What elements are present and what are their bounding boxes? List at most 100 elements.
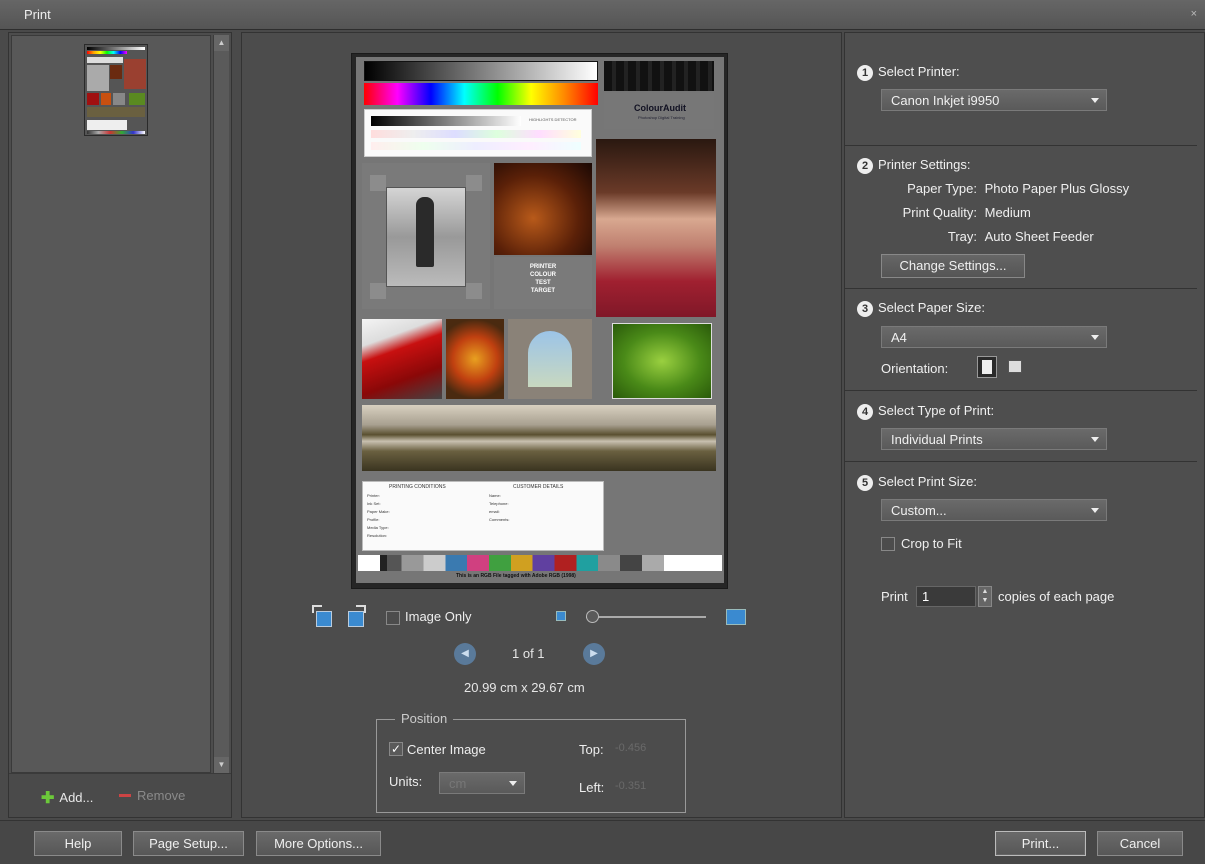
remove-label: Remove [137, 788, 186, 803]
section-label: Select Type of Print: [878, 403, 995, 418]
preview-page: ColourAudit Photoshop Digital Training H… [356, 57, 724, 583]
paper-size-value: A4 [891, 330, 907, 345]
portrait-orientation-icon[interactable] [977, 356, 997, 378]
left-input[interactable]: -0.351 [615, 780, 646, 792]
zoom-out-icon[interactable] [556, 611, 566, 621]
rotate-left-icon[interactable] [312, 605, 334, 629]
print-type-select[interactable]: Individual Prints [881, 428, 1107, 450]
form-field: email: [489, 509, 500, 514]
section-title: 4 Select Type of Print: [857, 403, 994, 420]
portrait-photo [596, 139, 716, 317]
form-field: Media Type: [367, 525, 389, 530]
highlights-detector: HIGHLIGHTS DETECTOR [364, 109, 592, 157]
center-image-label: Center Image [407, 742, 486, 757]
image-only-label: Image Only [405, 609, 472, 624]
form-field: Paper Make: [367, 509, 390, 514]
remove-minus-icon [119, 794, 131, 797]
target-line-4: TARGET [530, 288, 556, 294]
section-print-size: 5 Select Print Size: Custom... Crop to Fi… [845, 463, 1197, 663]
page-setup-button[interactable]: Page Setup... [133, 831, 244, 856]
tray-label: Tray: [947, 229, 977, 244]
page-counter: 1 of 1 [512, 646, 545, 661]
orientation-label: Orientation: [881, 361, 949, 376]
add-button[interactable]: ✚ Add... [41, 788, 93, 808]
step-number: 3 [857, 301, 873, 317]
print-type-value: Individual Prints [891, 432, 983, 447]
rotate-right-icon[interactable] [346, 605, 368, 629]
step-number: 4 [857, 404, 873, 420]
landscape-photo [362, 405, 716, 471]
section-title: 1 Select Printer: [857, 64, 960, 81]
close-icon[interactable]: × [1191, 8, 1197, 20]
position-legend: Position [395, 711, 454, 726]
section-printer-settings: 2 Printer Settings: Paper Type: Photo Pap… [845, 147, 1197, 289]
thumbnail-scrollbar[interactable]: ▲ ▼ [213, 35, 229, 773]
page-thumbnail[interactable] [84, 44, 148, 136]
center-image-checkbox[interactable]: ✓ [389, 742, 403, 756]
thumbnail-panel: ▲ ▼ ✚ Add... Remove [8, 32, 232, 818]
print-button[interactable]: Print... [995, 831, 1086, 856]
printing-form: PRINTING CONDITIONS CUSTOMER DETAILS Pri… [362, 481, 604, 551]
color-patch-strip [358, 555, 722, 571]
chevron-down-icon [509, 781, 517, 786]
logo-sub: Photoshop Digital Training [638, 115, 685, 120]
settings-panel: 1 Select Printer: Canon Inkjet i9950 2 Pri… [844, 32, 1205, 818]
window-title: Print [24, 7, 51, 22]
cancel-button[interactable]: Cancel [1097, 831, 1183, 856]
car-photo [362, 319, 442, 399]
logo-main: ColourAudit [634, 103, 686, 113]
print-quality-label: Print Quality: [902, 205, 977, 220]
next-page-icon[interactable]: ▶ [583, 643, 605, 665]
top-input[interactable]: -0.456 [615, 742, 646, 754]
step-number: 1 [857, 65, 873, 81]
crop-to-fit-label: Crop to Fit [901, 536, 962, 551]
paper-size-select[interactable]: A4 [881, 326, 1107, 348]
position-group: Position ✓ Center Image Units: cm Top: -… [376, 711, 686, 813]
copies-suffix: copies of each page [998, 589, 1115, 604]
copies-input[interactable]: 1 [916, 586, 976, 607]
section-title: 3 Select Paper Size: [857, 300, 985, 317]
form-field: Printer: [367, 493, 380, 498]
thumbnail-list [11, 35, 211, 773]
section-label: Select Paper Size: [878, 300, 985, 315]
remove-button[interactable]: Remove [119, 788, 185, 803]
paper-type-value: Photo Paper Plus Glossy [984, 181, 1130, 196]
printer-select[interactable]: Canon Inkjet i9950 [881, 89, 1107, 111]
help-button[interactable]: Help [34, 831, 122, 856]
previous-page-icon[interactable]: ◀ [454, 643, 476, 665]
change-settings-button[interactable]: Change Settings... [881, 254, 1025, 278]
section-select-printer: 1 Select Printer: Canon Inkjet i9950 [845, 33, 1197, 146]
scroll-down-arrow-icon[interactable]: ▼ [214, 757, 229, 773]
chevron-down-icon [1091, 437, 1099, 442]
copies-spinner[interactable]: ▲ ▼ [978, 586, 992, 607]
step-number: 5 [857, 475, 873, 491]
printer-value: Canon Inkjet i9950 [891, 93, 1000, 108]
form-field: Ink Set: [367, 501, 381, 506]
page-dimensions: 20.99 cm x 29.67 cm [464, 680, 585, 695]
print-preview: ColourAudit Photoshop Digital Training H… [351, 53, 728, 589]
more-options-button[interactable]: More Options... [256, 831, 381, 856]
zoom-slider[interactable] [586, 616, 706, 618]
image-only-checkbox[interactable] [386, 611, 400, 625]
copies-prefix: Print [881, 589, 908, 604]
tray-value: Auto Sheet Feeder [984, 229, 1094, 244]
section-label: Printer Settings: [878, 157, 971, 172]
violin-photo [494, 163, 592, 255]
scroll-up-arrow-icon[interactable]: ▲ [214, 35, 229, 51]
print-quality-row: Print Quality: Medium [885, 205, 1031, 220]
landscape-orientation-icon[interactable] [1005, 358, 1025, 376]
section-title: 2 Printer Settings: [857, 157, 971, 174]
crop-to-fit-checkbox[interactable] [881, 537, 895, 551]
page-footer-text: This is an RGB File tagged with Adobe RG… [456, 573, 576, 579]
zoom-in-icon[interactable] [726, 609, 746, 625]
section-paper-size: 3 Select Paper Size: A4 Orientation: [845, 290, 1197, 391]
print-size-value: Custom... [891, 503, 947, 518]
print-size-select[interactable]: Custom... [881, 499, 1107, 521]
top-label: Top: [579, 742, 604, 757]
dialog-button-bar: Help Page Setup... More Options... Print… [0, 820, 1205, 864]
zoom-slider-handle[interactable] [586, 610, 599, 623]
units-select[interactable]: cm [439, 772, 525, 794]
dark-swatches [604, 61, 714, 91]
highlights-label: HIGHLIGHTS DETECTOR [529, 117, 577, 122]
print-quality-value: Medium [984, 205, 1031, 220]
